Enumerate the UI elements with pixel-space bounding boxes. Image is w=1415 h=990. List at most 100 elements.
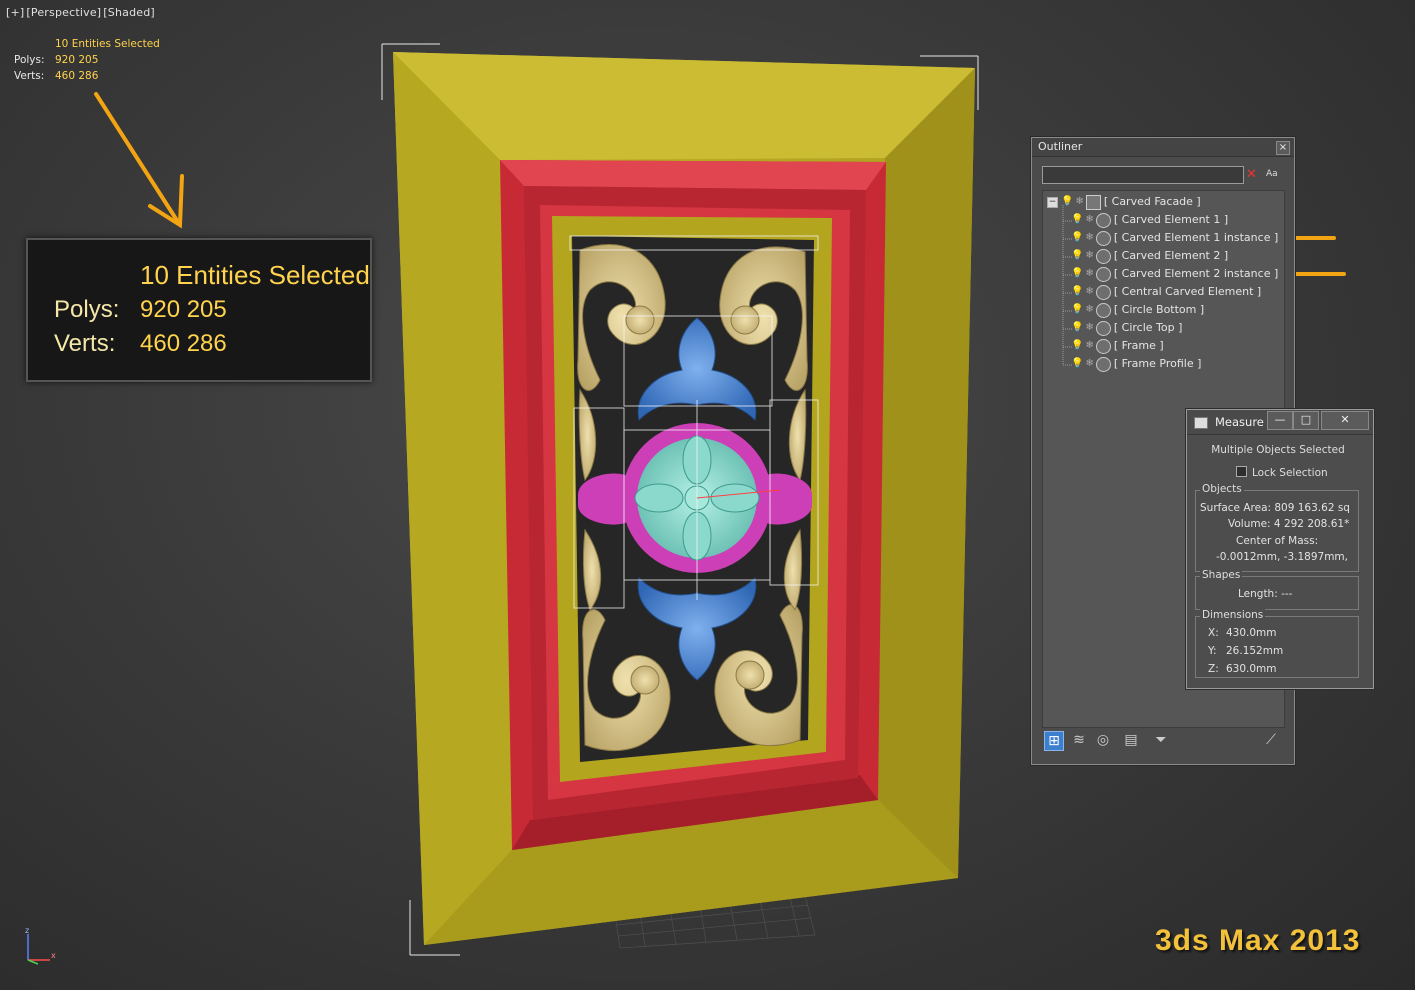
- dim-y-value: 26.152mm: [1226, 645, 1284, 657]
- lock-selection-label: Lock Selection: [1252, 467, 1328, 479]
- outliner-close-button[interactable]: ×: [1276, 141, 1290, 155]
- shapes-group-title: Shapes: [1200, 569, 1243, 581]
- display-icon[interactable]: ▤: [1122, 731, 1140, 749]
- object-icon: [1095, 338, 1111, 354]
- freeze-icon[interactable]: ❄: [1085, 211, 1093, 229]
- freeze-icon[interactable]: ❄: [1085, 301, 1093, 319]
- freeze-icon[interactable]: ❄: [1085, 265, 1093, 283]
- visibility-icon[interactable]: 💡: [1071, 337, 1083, 355]
- tree-item[interactable]: 💡 ❄ [ Carved Element 2 ]: [1071, 247, 1228, 265]
- visibility-icon[interactable]: 💡: [1071, 283, 1083, 301]
- tree-item-label: [ Carved Element 2 instance ]: [1113, 267, 1279, 280]
- tree-item[interactable]: 💡 ❄ [ Frame Profile ]: [1071, 355, 1201, 373]
- verts-label: Verts:: [14, 70, 45, 82]
- tree-item-label: [ Carved Element 1 instance ]: [1113, 231, 1279, 244]
- tree-item-label: [ Circle Top ]: [1113, 321, 1183, 334]
- dimensions-group: Dimensions X: 430.0mm Y: 26.152mm Z: 630.0m…: [1195, 609, 1359, 678]
- viewport-pov[interactable]: [Perspective]: [26, 6, 101, 19]
- checkbox-box[interactable]: [1236, 466, 1247, 477]
- tree-item[interactable]: 💡 ❄ [ Circle Top ]: [1071, 319, 1182, 337]
- tree-item[interactable]: 💡 ❄ [ Carved Element 1 ]: [1071, 211, 1228, 229]
- shape-length: Length: ---: [1238, 588, 1293, 600]
- visibility-icon[interactable]: 💡: [1071, 247, 1083, 265]
- tree-item-label: [ Central Carved Element ]: [1113, 285, 1262, 298]
- dim-x-value: 430.0mm: [1226, 627, 1277, 639]
- tree-item-label: [ Carved Element 2 ]: [1113, 249, 1229, 262]
- callout-polys-label: Polys:: [54, 296, 120, 323]
- verts-value: 460 286: [55, 70, 99, 82]
- dim-x-label: X:: [1208, 627, 1219, 639]
- objects-group-title: Objects: [1200, 483, 1244, 495]
- viewport-label[interactable]: [+] [Perspective] [Shaded]: [6, 6, 157, 19]
- brand-watermark: 3ds Max 2013: [1155, 924, 1361, 957]
- object-icon: [1095, 284, 1111, 300]
- layers-icon[interactable]: ≋: [1070, 731, 1088, 749]
- freeze-icon[interactable]: ❄: [1085, 355, 1093, 373]
- tree-item-label: [ Carved Facade ]: [1103, 195, 1201, 208]
- tree-item[interactable]: 💡 ❄ [ Frame ]: [1071, 337, 1164, 355]
- viewport-menu[interactable]: [+]: [6, 6, 24, 19]
- dim-z-label: Z:: [1208, 663, 1219, 675]
- center-of-mass-label: Center of Mass:: [1236, 535, 1319, 547]
- outliner-title[interactable]: Outliner: [1032, 138, 1294, 157]
- maximize-button[interactable]: □: [1293, 411, 1319, 430]
- polys-label: Polys:: [14, 54, 45, 66]
- statistics-zoom-callout: 10 Entities Selected Polys: 920 205 Verts…: [26, 238, 372, 382]
- dim-y-label: Y:: [1208, 645, 1217, 657]
- material-icon[interactable]: ◎: [1094, 731, 1112, 749]
- tree-item-label: [ Frame Profile ]: [1113, 357, 1202, 370]
- object-icon: [1095, 356, 1111, 372]
- outliner-search-input[interactable]: [1042, 166, 1244, 184]
- object-icon: [1095, 248, 1111, 264]
- object-icon: [1095, 212, 1111, 228]
- filter-icon[interactable]: ⏷: [1152, 731, 1170, 749]
- visibility-icon[interactable]: 💡: [1071, 319, 1083, 337]
- measure-titlebar[interactable]: Measure — □ ✕: [1187, 410, 1373, 435]
- axis-z-label: z: [25, 926, 29, 935]
- visibility-icon[interactable]: 💡: [1071, 301, 1083, 319]
- window-icon: [1194, 417, 1208, 429]
- visibility-icon[interactable]: 💡: [1071, 265, 1083, 283]
- tree-item-label: [ Carved Element 1 ]: [1113, 213, 1229, 226]
- selected-count: 10 Entities Selected: [55, 38, 160, 50]
- dim-z-value: 630.0mm: [1226, 663, 1277, 675]
- tree-item[interactable]: 💡 ❄ [ Carved Element 2 instance ]: [1071, 265, 1278, 283]
- freeze-icon[interactable]: ❄: [1085, 283, 1093, 301]
- pick-icon[interactable]: ⟋: [1262, 731, 1280, 749]
- clear-search-icon[interactable]: ✕: [1246, 167, 1257, 182]
- callout-verts-label: Verts:: [54, 330, 116, 357]
- visibility-icon[interactable]: 💡: [1071, 355, 1083, 373]
- viewport-shading[interactable]: [Shaded]: [103, 6, 155, 19]
- callout-polys-value: 920 205: [140, 296, 227, 323]
- objects-group: Objects Surface Area: 809 163.62 sq Volu…: [1195, 483, 1359, 572]
- visibility-icon[interactable]: 💡: [1071, 229, 1083, 247]
- callout-verts-value: 460 286: [140, 330, 227, 357]
- tree-item[interactable]: 💡 ❄ [ Carved Element 1 instance ]: [1071, 229, 1278, 247]
- tree-item-label: [ Circle Bottom ]: [1113, 303, 1205, 316]
- freeze-icon[interactable]: ❄: [1085, 247, 1093, 265]
- visibility-icon[interactable]: 💡: [1071, 211, 1083, 229]
- lock-selection-checkbox[interactable]: Lock Selection: [1236, 466, 1328, 479]
- object-icon: [1095, 320, 1111, 336]
- volume: Volume: 4 292 208.61*: [1228, 518, 1350, 530]
- axis-x-label: x: [51, 951, 56, 960]
- freeze-icon[interactable]: ❄: [1085, 229, 1093, 247]
- object-icon: [1095, 230, 1111, 246]
- tree-item[interactable]: 💡 ❄ [ Central Carved Element ]: [1071, 283, 1261, 301]
- freeze-icon[interactable]: ❄: [1085, 337, 1093, 355]
- outliner-toolbar: ⊞ ≋ ◎ ▤ ⏷ ⟋: [1042, 728, 1283, 754]
- case-sensitive-toggle[interactable]: Aa: [1266, 169, 1278, 179]
- close-button[interactable]: ✕: [1321, 411, 1369, 430]
- callout-selected-count: 10 Entities Selected: [140, 260, 370, 290]
- object-icon: [1095, 302, 1111, 318]
- center-of-mass-value: -0.0012mm, -3.1897mm,: [1216, 551, 1348, 563]
- axis-tripod-icon: z x: [18, 924, 58, 972]
- tree-item[interactable]: 💡 ❄ [ Circle Bottom ]: [1071, 301, 1204, 319]
- shapes-group: Shapes Length: ---: [1195, 569, 1359, 610]
- minimize-button[interactable]: —: [1267, 411, 1293, 430]
- annotation-arrow: [94, 92, 184, 229]
- measure-window[interactable]: Measure — □ ✕ Multiple Objects Selected …: [1186, 409, 1374, 689]
- freeze-icon[interactable]: ❄: [1085, 319, 1093, 337]
- hierarchy-icon[interactable]: ⊞: [1044, 731, 1064, 751]
- surface-area: Surface Area: 809 163.62 sq: [1200, 502, 1350, 514]
